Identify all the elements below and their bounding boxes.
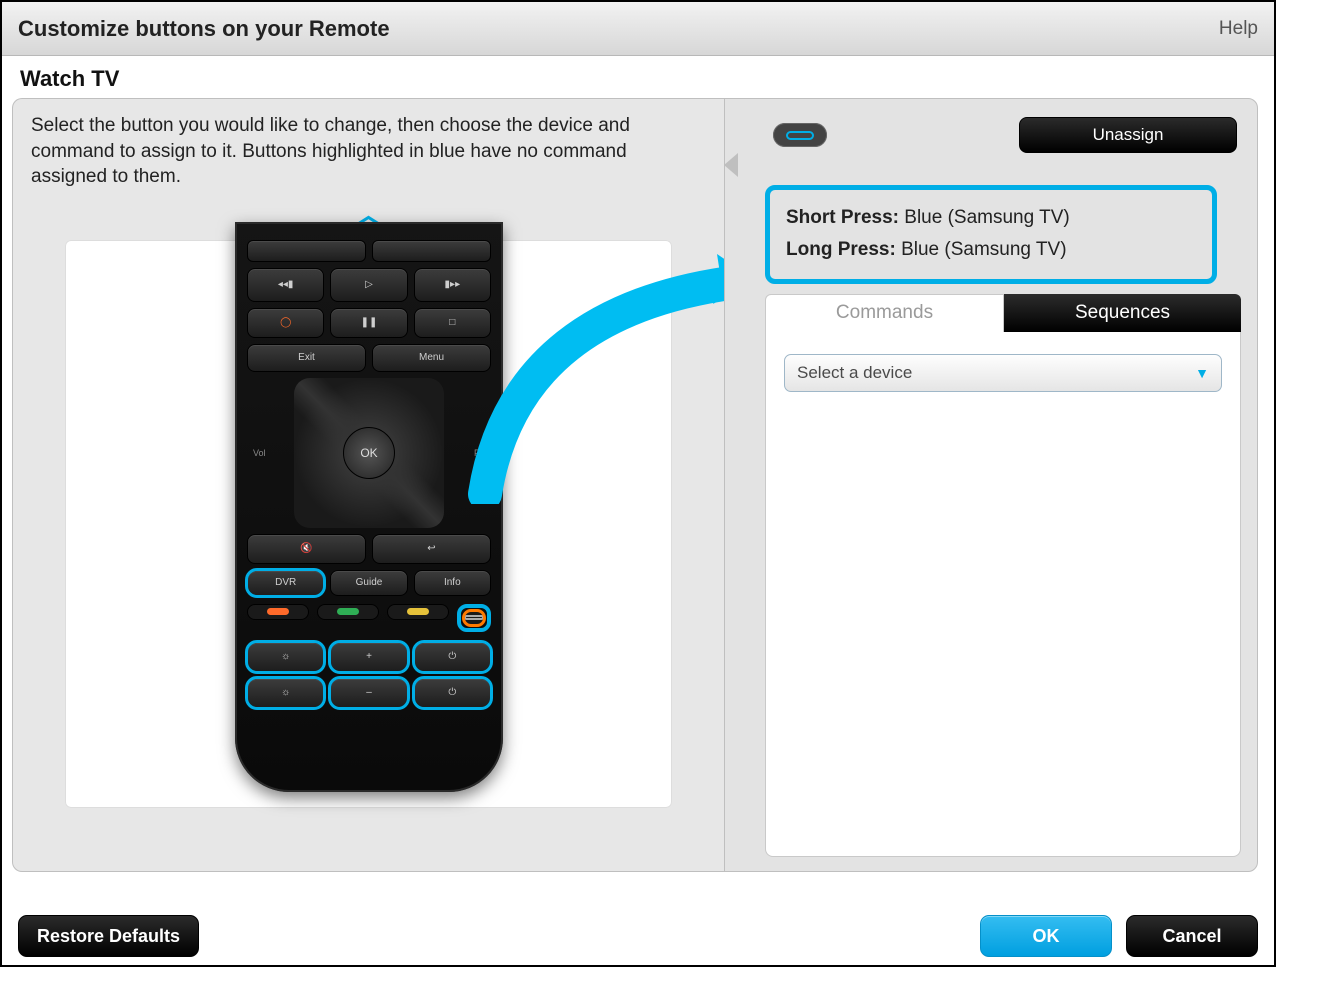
remote-btn-play[interactable]: ▷ [330, 268, 407, 302]
remote-btn-blue[interactable] [463, 610, 485, 626]
assignment-header: Unassign [725, 99, 1257, 161]
remote-btn-bulb-1[interactable]: ☼ [247, 642, 324, 672]
blue-pill-icon [464, 615, 484, 620]
remote-btn-dvr[interactable]: DVR [247, 570, 324, 596]
remote-btn-red[interactable] [247, 604, 309, 620]
bulb-icon: ☼ [281, 651, 290, 662]
row-activity [247, 240, 491, 262]
row-extra-2: ☼ – ⏻ [247, 678, 491, 708]
footer: Restore Defaults OK Cancel [2, 915, 1274, 957]
tabs: Commands Sequences [765, 294, 1241, 332]
plug-icon: ⏻ [448, 651, 456, 662]
cancel-button[interactable]: Cancel [1126, 915, 1258, 957]
long-press-row: Long Press: Blue (Samsung TV) [786, 234, 1196, 266]
remote-btn-exit[interactable]: Exit [247, 344, 366, 372]
panel-notch-icon [724, 153, 738, 177]
stop-icon: □ [449, 317, 455, 328]
chevron-down-icon: ▼ [1195, 365, 1209, 381]
vol-label: Vol [253, 448, 266, 458]
remote-btn-yellow[interactable] [387, 604, 449, 620]
remote-btn-rewind[interactable]: ◂◂▮ [247, 268, 324, 302]
row-transport-2: ◯ ❚❚ □ [247, 308, 491, 338]
row-exit-menu: Exit Menu [247, 344, 491, 372]
row-extra-1: ☼ + ⏻ [247, 642, 491, 672]
pg-label: Pg [474, 448, 485, 458]
remote-btn-top-left[interactable] [247, 240, 366, 262]
tab-sequences[interactable]: Sequences [1004, 294, 1241, 332]
row-color-pills [247, 604, 491, 632]
back-icon: ↩ [427, 543, 435, 554]
bulb-icon-2: ☼ [281, 687, 290, 698]
row-dvr-guide-info: DVR Guide Info [247, 570, 491, 596]
remote-btn-plug-1[interactable]: ⏻ [414, 642, 491, 672]
remote-btn-plug-2[interactable]: ⏻ [414, 678, 491, 708]
yellow-pill-icon [407, 608, 429, 615]
remote-stage: ◂◂▮ ▷ ▮▸▸ ◯ ❚❚ □ Exit Menu Vol [65, 240, 672, 808]
remote-btn-guide[interactable]: Guide [330, 570, 407, 596]
press-assignment-box: Short Press: Blue (Samsung TV) Long Pres… [765, 185, 1217, 284]
remote-btn-minus[interactable]: – [330, 678, 407, 708]
remote-btn-menu[interactable]: Menu [372, 344, 491, 372]
play-icon: ▷ [365, 279, 373, 290]
green-pill-icon [337, 608, 359, 615]
minus-icon: – [366, 687, 372, 698]
pause-icon: ❚❚ [361, 317, 378, 328]
mute-icon: 🔇 [300, 543, 312, 554]
help-link[interactable]: Help [1219, 18, 1258, 40]
red-pill-icon [267, 608, 289, 615]
remote-btn-record[interactable]: ◯ [247, 308, 324, 338]
dpad-area: Vol Pg OK [247, 378, 491, 528]
tab-commands[interactable]: Commands [765, 294, 1004, 332]
device-select-placeholder: Select a device [797, 363, 912, 383]
remote-btn-top-right[interactable] [372, 240, 491, 262]
ok-button[interactable]: OK [980, 915, 1112, 957]
remote-btn-fastforward[interactable]: ▮▸▸ [414, 268, 491, 302]
remote-btn-stop[interactable]: □ [414, 308, 491, 338]
restore-defaults-button[interactable]: Restore Defaults [18, 915, 199, 957]
long-press-label: Long Press: [786, 239, 896, 260]
remote-btn-pause[interactable]: ❚❚ [330, 308, 407, 338]
remote-btn-back[interactable]: ↩ [372, 534, 491, 564]
assignment-panel: Unassign Short Press: Blue (Samsung TV) … [724, 98, 1258, 872]
remote-btn-green[interactable] [317, 604, 379, 620]
short-press-label: Short Press: [786, 207, 899, 228]
remote-btn-plus[interactable]: + [330, 642, 407, 672]
short-press-value: Blue (Samsung TV) [904, 207, 1069, 228]
content-area: Select the button you would like to chan… [2, 98, 1274, 872]
device-select[interactable]: Select a device ▼ [784, 354, 1222, 392]
remote-btn-bulb-2[interactable]: ☼ [247, 678, 324, 708]
remote-btn-ok[interactable]: OK [343, 427, 395, 479]
rewind-icon: ◂◂▮ [278, 279, 294, 290]
unassign-button[interactable]: Unassign [1019, 117, 1237, 153]
row-transport-1: ◂◂▮ ▷ ▮▸▸ [247, 268, 491, 302]
remote-body: ◂◂▮ ▷ ▮▸▸ ◯ ❚❚ □ Exit Menu Vol [235, 222, 503, 792]
long-press-value: Blue (Samsung TV) [901, 239, 1066, 260]
record-icon: ◯ [280, 317, 291, 328]
activity-name: Watch TV [2, 56, 1274, 98]
dialog-window: Customize buttons on your Remote Help Wa… [0, 0, 1276, 967]
titlebar: Customize buttons on your Remote Help [2, 2, 1274, 56]
remote-btn-blue-selected-wrap [457, 604, 491, 632]
remote-btn-info[interactable]: Info [414, 570, 491, 596]
footer-right: OK Cancel [980, 915, 1258, 957]
instructions-text: Select the button you would like to chan… [13, 99, 724, 196]
ff-icon: ▮▸▸ [445, 279, 461, 290]
tab-body-commands: Select a device ▼ [765, 332, 1241, 857]
remote-panel: Select the button you would like to chan… [12, 98, 724, 872]
row-mute-back: 🔇 ↩ [247, 534, 491, 564]
dialog-title: Customize buttons on your Remote [18, 16, 390, 42]
plus-icon: + [366, 651, 372, 662]
short-press-row: Short Press: Blue (Samsung TV) [786, 202, 1196, 234]
selected-button-indicator-icon [773, 123, 827, 147]
remote-btn-mute[interactable]: 🔇 [247, 534, 366, 564]
plug-icon-2: ⏻ [448, 687, 456, 698]
